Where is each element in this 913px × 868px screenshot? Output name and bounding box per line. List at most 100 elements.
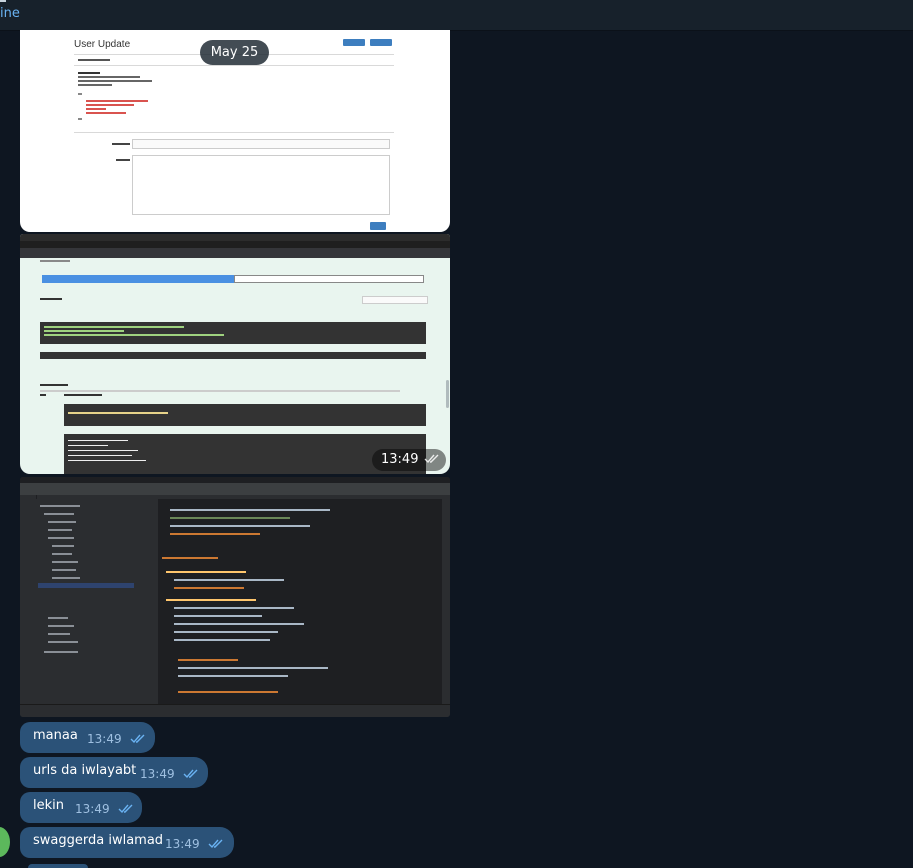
code-line: [178, 675, 288, 677]
message-bubble[interactable]: swaggerda iwlamad 13:49: [20, 827, 234, 858]
browser-tabs: [20, 241, 450, 248]
code-line: [78, 118, 82, 120]
code-line: [78, 72, 100, 74]
code-line: [170, 533, 260, 535]
ide-editor: [158, 499, 442, 704]
message-bubble[interactable]: manaa 13:49: [20, 722, 155, 753]
header-line: [68, 455, 132, 456]
get-button-thumb: [370, 39, 392, 46]
code-details-header: [40, 384, 68, 386]
divider: [74, 132, 394, 133]
content-type-select: [362, 296, 428, 304]
code-line: [174, 607, 294, 609]
header-dot: [0, 0, 6, 2]
tree-line: [48, 641, 78, 643]
code-line: [174, 587, 244, 589]
ide-gutter: [136, 499, 158, 704]
tree-line: [52, 569, 76, 571]
header-line: [68, 445, 108, 446]
media-time: 13:49: [381, 452, 419, 467]
header-line: [68, 460, 146, 461]
code-line: [78, 84, 112, 86]
message-bubble[interactable]: lekin 13:49: [20, 792, 142, 823]
error-text: [64, 394, 102, 396]
tree-line: [52, 577, 80, 579]
divider: [40, 390, 400, 392]
post-button-thumb: [370, 222, 386, 230]
code-line: [170, 509, 330, 511]
curl-line: [44, 330, 124, 332]
tree-line: [48, 625, 74, 627]
tree-line: [48, 529, 72, 531]
chat-header: ine: [0, 0, 913, 31]
response-body-block: [64, 404, 426, 426]
media-type-label: [112, 143, 130, 145]
message-bubble[interactable]: urls da iwlayabt 13:49: [20, 757, 208, 788]
ide-project-tree: [36, 499, 134, 704]
content-textarea: [132, 155, 390, 215]
code-line: [166, 571, 246, 573]
header-line: [68, 440, 128, 441]
double-check-icon: [118, 804, 133, 814]
tree-line: [48, 633, 70, 635]
tree-line: [44, 513, 74, 515]
media-scrollbar[interactable]: [446, 380, 449, 408]
message-time: 13:49: [165, 837, 200, 851]
chat-status: ine: [0, 6, 20, 21]
divider: [74, 65, 394, 66]
tree-line: [40, 505, 80, 507]
code-line: [178, 659, 238, 661]
header-line: [68, 450, 138, 451]
code-line: [178, 691, 278, 693]
code-line: [170, 517, 290, 519]
clear-button-thumb: [234, 275, 424, 283]
date-separator: May 25: [200, 40, 269, 65]
next-message-edge: [28, 864, 88, 868]
tree-line: [44, 651, 78, 653]
media-screenshot-pycharm[interactable]: [20, 477, 450, 717]
ide-menu-bar: [20, 483, 450, 495]
ide-selected-file: [38, 583, 134, 588]
code-line: [174, 579, 284, 581]
media-screenshot-swagger-response[interactable]: [20, 234, 450, 474]
media-type-select: [132, 139, 390, 149]
message-text: swaggerda iwlamad: [33, 833, 164, 848]
ide-sidebar: [20, 495, 37, 705]
os-top-bar: [20, 234, 450, 241]
response-line: [68, 412, 168, 414]
request-url-block: [40, 352, 426, 359]
code-line: [86, 112, 126, 114]
double-check-icon: [130, 734, 145, 744]
tree-line: [52, 545, 74, 547]
status-code-400: [40, 394, 46, 396]
code-line: [86, 104, 134, 106]
code-line: [86, 100, 148, 102]
code-line: [78, 59, 110, 61]
options-button-thumb: [343, 39, 365, 46]
code-line: [78, 76, 140, 78]
sender-avatar[interactable]: [0, 827, 10, 857]
ide-status-bar: [20, 704, 450, 717]
message-text: urls da iwlayabt: [33, 763, 137, 778]
screenshot-title: User Update: [74, 39, 131, 50]
browser-address-bar: [20, 248, 450, 258]
code-line: [178, 667, 328, 669]
curl-line: [44, 334, 224, 336]
tree-line: [48, 521, 76, 523]
code-line: [174, 623, 304, 625]
tree-line: [52, 561, 78, 563]
code-line: [174, 639, 270, 641]
message-time: 13:49: [140, 767, 175, 781]
tree-line: [48, 617, 68, 619]
code-line: [86, 108, 106, 110]
double-check-icon: [208, 839, 223, 849]
no-parameters-text: [40, 260, 70, 262]
code-line: [174, 615, 262, 617]
tree-line: [52, 553, 72, 555]
message-text: lekin: [33, 798, 64, 813]
double-check-icon: [424, 454, 439, 464]
double-check-icon: [183, 769, 198, 779]
message-text: manaa: [33, 728, 78, 743]
code-line: [162, 557, 218, 559]
message-time: 13:49: [75, 802, 110, 816]
